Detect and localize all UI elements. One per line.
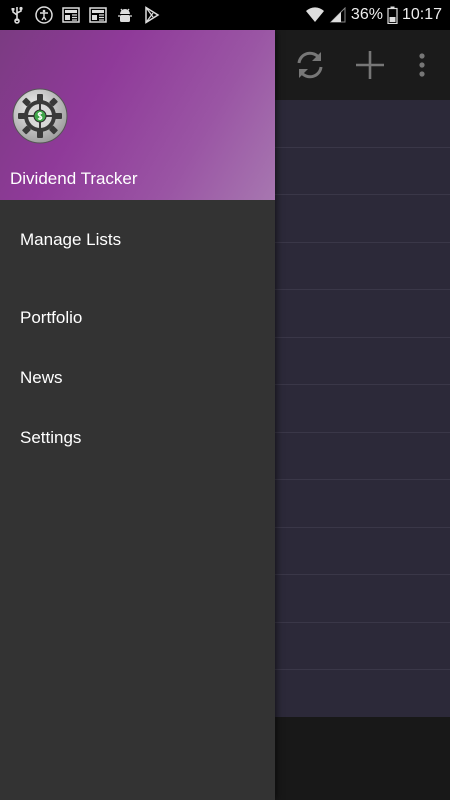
menu-item-news[interactable]: News xyxy=(0,348,275,408)
app-logo-icon xyxy=(12,88,68,144)
menu-item-manage-lists[interactable]: Manage Lists xyxy=(0,228,275,252)
battery-percent: 36% xyxy=(350,6,383,23)
accessibility-icon xyxy=(35,6,53,24)
usb-icon xyxy=(8,6,26,24)
status-notifications xyxy=(8,6,161,24)
refresh-button[interactable] xyxy=(290,30,330,100)
status-bar: 36% 10:17 xyxy=(0,0,450,30)
signal-icon xyxy=(329,6,347,24)
battery-icon xyxy=(387,6,398,24)
play-store-icon xyxy=(143,6,161,24)
news-icon xyxy=(89,6,107,24)
android-debug-icon xyxy=(116,6,134,24)
more-vert-icon xyxy=(419,53,425,77)
drawer-menu: Manage Lists Portfolio News Settings xyxy=(0,200,275,468)
plus-icon xyxy=(356,51,384,79)
refresh-icon xyxy=(297,51,323,79)
status-system: 36% 10:17 xyxy=(305,6,442,24)
navigation-drawer: Dividend Tracker Manage Lists Portfolio … xyxy=(0,30,275,800)
drawer-header: Dividend Tracker xyxy=(0,30,275,200)
clock: 10:17 xyxy=(401,6,442,23)
add-button[interactable] xyxy=(350,30,390,100)
menu-item-portfolio[interactable]: Portfolio xyxy=(0,288,275,348)
news-icon xyxy=(62,6,80,24)
drawer-app-title: Dividend Tracker xyxy=(10,169,138,188)
overflow-menu-button[interactable] xyxy=(410,30,434,100)
wifi-icon xyxy=(305,6,325,24)
menu-item-settings[interactable]: Settings xyxy=(0,408,275,468)
